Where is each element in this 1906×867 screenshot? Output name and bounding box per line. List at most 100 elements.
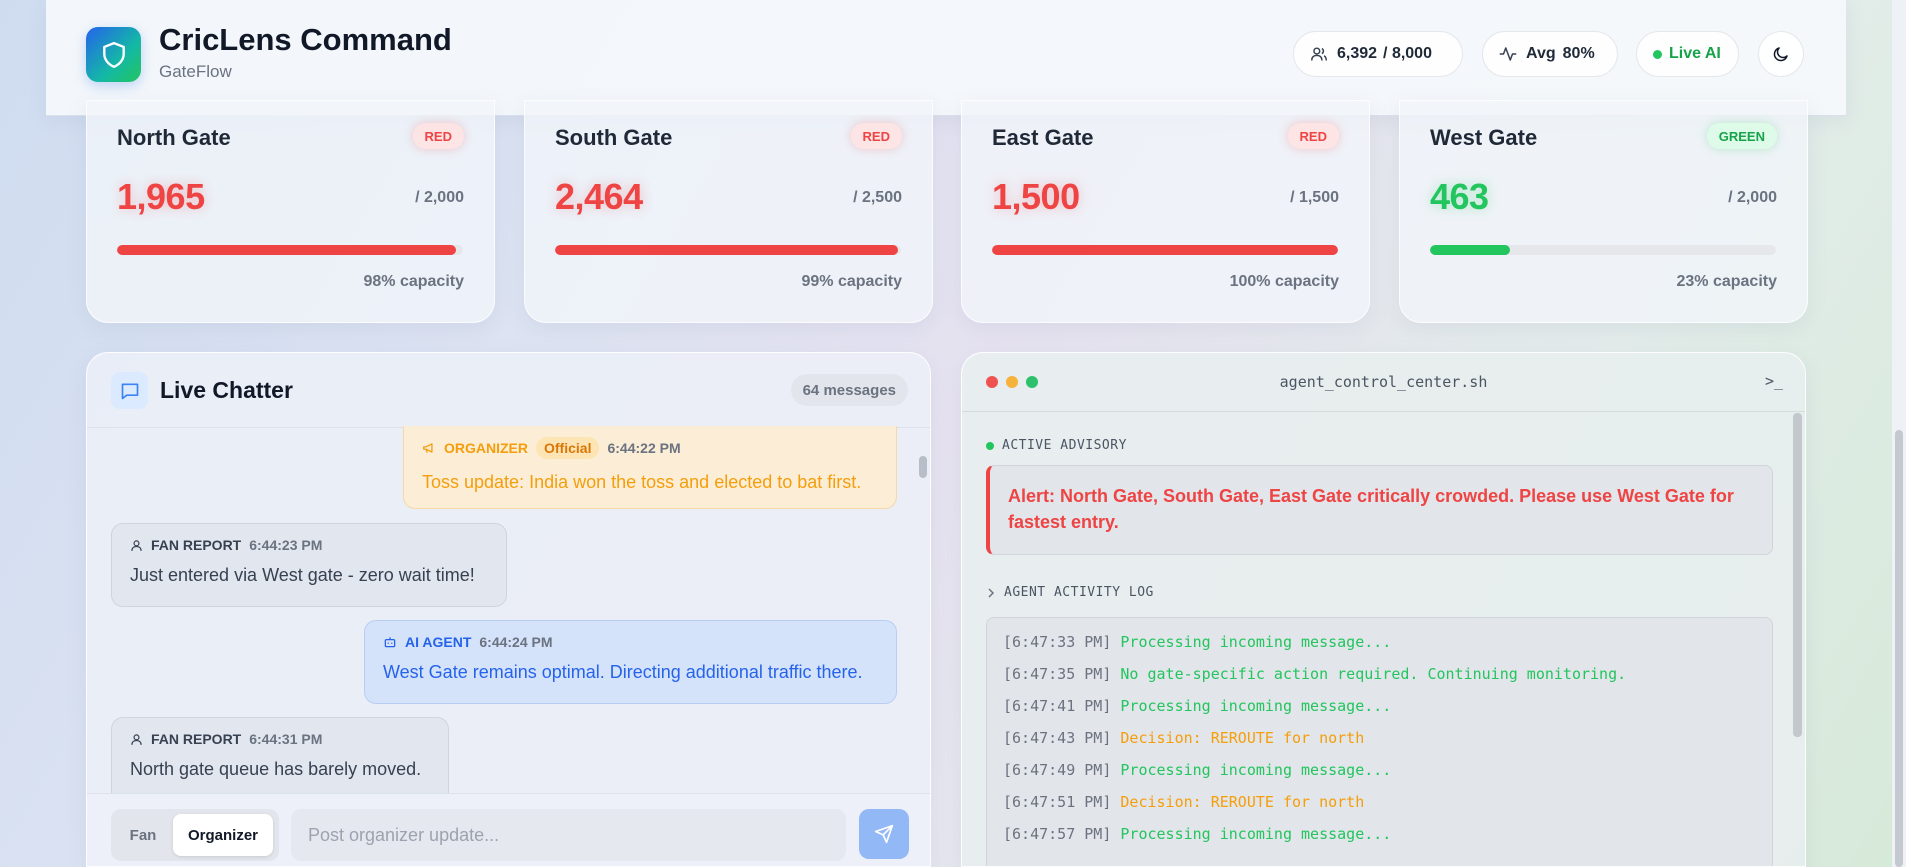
live-chatter-panel: Live Chatter 64 messages ORGANIZER Offic… [86, 352, 931, 867]
log-time: [6:47:33 PM] [1003, 633, 1112, 651]
gate-name: North Gate [117, 125, 231, 150]
gate-capacity-percent: 99% capacity [801, 273, 902, 290]
message-count-badge: 64 messages [790, 374, 908, 406]
chat-composer: Fan Organizer [87, 793, 930, 866]
app-header: CricLens Command GateFlow 6,392 / 8,000 … [46, 0, 1846, 116]
terminal-icon: >_ [1764, 372, 1783, 390]
advisory-alert: Alert: North Gate, South Gate, East Gate… [986, 465, 1773, 555]
chevron-right-icon [986, 587, 996, 598]
chat-message-ai-agent: AI AGENT 6:44:24 PM West Gate remains op… [364, 620, 897, 704]
gate-count: 1,965 [117, 176, 205, 217]
log-message: Processing incoming message... [1120, 633, 1392, 651]
message-text: Toss update: India won the toss and elec… [422, 472, 862, 492]
gate-name: South Gate [555, 125, 673, 150]
message-type: FAN REPORT [151, 731, 242, 747]
message-text: West Gate remains optimal. Directing add… [383, 662, 863, 682]
log-entry: [6:47:57 PM] Processing incoming message… [1003, 824, 1756, 856]
log-entry: [6:47:35 PM] No gate-specific action req… [1003, 664, 1756, 696]
gate-capacity-bar [1430, 245, 1776, 255]
theme-toggle-button[interactable] [1758, 31, 1804, 77]
post-update-input[interactable] [291, 809, 846, 861]
gate-capacity-fill [555, 245, 898, 255]
log-entry: [6:47:33 PM] Processing incoming message… [1003, 632, 1756, 664]
terminal-scrollbar-thumb[interactable] [1793, 413, 1802, 737]
gate-capacity-fill [992, 245, 1338, 255]
average-value: 80% [1562, 45, 1595, 62]
log-time: [6:47:57 PM] [1003, 825, 1112, 843]
message-type: FAN REPORT [151, 537, 242, 553]
gate-capacity-bar [117, 245, 463, 255]
agent-control-terminal: agent_control_center.sh >_ ACTIVE ADVISO… [961, 352, 1806, 867]
log-message: Processing incoming message... [1120, 697, 1392, 715]
gate-capacity: / 1,500 [1290, 189, 1339, 206]
chat-message-organizer: ORGANIZER Official 6:44:22 PM Toss updat… [403, 426, 897, 509]
app-subtitle: GateFlow [159, 62, 232, 81]
user-icon [130, 733, 143, 746]
advisory-status-dot [986, 441, 994, 450]
gate-status-badge: GREEN [1706, 123, 1777, 149]
gate-card-south: South Gate RED 2,464 / 2,500 99% capacit… [524, 100, 933, 323]
gate-card-north: North Gate RED 1,965 / 2,000 98% capacit… [86, 100, 495, 323]
shield-icon [86, 27, 141, 82]
page-scrollbar-thumb[interactable] [1895, 430, 1903, 867]
active-advisory-label: ACTIVE ADVISORY [1002, 438, 1127, 453]
gate-status-badge: RED [1287, 123, 1339, 149]
activity-log-heading: AGENT ACTIVITY LOG [986, 585, 1154, 600]
message-square-icon [111, 372, 148, 409]
role-toggle: Fan Organizer [111, 809, 279, 861]
log-time: [6:47:51 PM] [1003, 793, 1112, 811]
log-entry: [6:47:51 PM] Decision: REROUTE for north [1003, 792, 1756, 824]
message-type: AI AGENT [405, 634, 472, 650]
activity-icon [1499, 46, 1517, 62]
gate-count: 1,500 [992, 176, 1080, 217]
attendance-capacity: / 8,000 [1383, 45, 1432, 62]
log-entry: [6:47:41 PM] Processing incoming message… [1003, 696, 1756, 728]
gate-capacity-percent: 98% capacity [363, 273, 464, 290]
message-text: North gate queue has barely moved. [130, 759, 422, 779]
log-time: [6:47:49 PM] [1003, 761, 1112, 779]
message-time: 6:44:31 PM [249, 731, 323, 747]
log-message: Decision: REROUTE for north [1120, 793, 1365, 811]
log-time: [6:47:43 PM] [1003, 729, 1112, 747]
gate-capacity-percent: 100% capacity [1229, 273, 1339, 290]
moon-icon [1772, 45, 1790, 63]
gate-capacity: / 2,500 [853, 189, 902, 206]
official-badge: Official [536, 437, 600, 459]
log-message: No gate-specific action required. Contin… [1120, 665, 1627, 683]
bot-icon [383, 635, 397, 649]
activity-log-label: AGENT ACTIVITY LOG [1004, 585, 1154, 600]
app-title: CricLens Command [159, 22, 452, 57]
live-ai-label: Live AI [1669, 45, 1721, 62]
gate-capacity: / 2,000 [415, 189, 464, 206]
log-message: Processing incoming message... [1120, 761, 1392, 779]
message-type: ORGANIZER [444, 440, 528, 456]
megaphone-icon [422, 441, 436, 455]
attendance-count: 6,392 [1337, 45, 1378, 62]
send-button[interactable] [859, 809, 909, 859]
activity-log: [6:47:33 PM] Processing incoming message… [986, 617, 1773, 866]
terminal-header: agent_control_center.sh >_ [962, 353, 1805, 412]
average-pill: Avg 80% [1482, 31, 1618, 77]
active-advisory-heading: ACTIVE ADVISORY [986, 438, 1127, 453]
log-time: [6:47:41 PM] [1003, 697, 1112, 715]
message-time: 6:44:23 PM [249, 537, 323, 553]
role-fan-button[interactable]: Fan [117, 814, 169, 856]
log-entry: [6:47:43 PM] Decision: REROUTE for north [1003, 728, 1756, 760]
message-time: 6:44:22 PM [607, 440, 681, 456]
page-scrollbar[interactable] [1892, 0, 1906, 867]
chat-scrollbar-thumb[interactable] [919, 456, 927, 478]
gate-count: 2,464 [555, 176, 643, 217]
log-entry: [6:47:49 PM] Processing incoming message… [1003, 760, 1756, 792]
live-ai-status: Live AI [1636, 31, 1739, 77]
gate-count: 463 [1430, 176, 1489, 217]
chatter-title: Live Chatter [160, 377, 293, 403]
role-organizer-button[interactable]: Organizer [173, 814, 273, 856]
message-time: 6:44:24 PM [479, 634, 553, 650]
log-message: Processing incoming message... [1120, 825, 1392, 843]
send-icon [874, 824, 894, 844]
gate-capacity-fill [117, 245, 457, 255]
gate-name: West Gate [1430, 125, 1538, 150]
chat-message-fan: FAN REPORT 6:44:23 PM Just entered via W… [111, 523, 507, 607]
gate-capacity: / 2,000 [1728, 189, 1777, 206]
live-dot [1653, 49, 1662, 59]
